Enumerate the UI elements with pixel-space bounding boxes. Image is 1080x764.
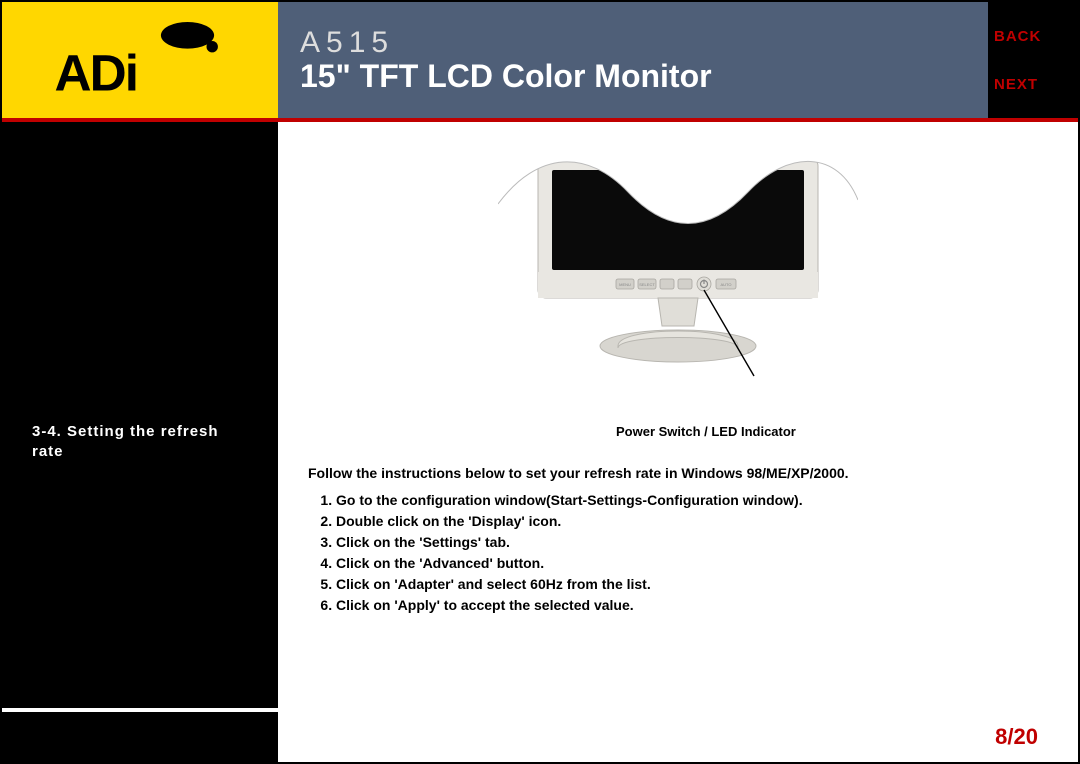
callout-label: Power Switch / LED Indicator — [616, 424, 1048, 439]
title-box: A515 15" TFT LCD Color Monitor — [278, 2, 988, 118]
model-number: A515 — [300, 26, 988, 59]
list-item: Click on the 'Advanced' button. — [336, 553, 1048, 574]
svg-text:MENU: MENU — [619, 282, 631, 287]
page-number: 8/20 — [995, 724, 1038, 750]
instructions-intro: Follow the instructions below to set you… — [308, 463, 1048, 484]
body-row: 3-4. Setting the refresh rate — [2, 122, 1078, 708]
footer-sidebar-fill — [2, 712, 278, 762]
svg-text:AUTO: AUTO — [720, 282, 731, 287]
svg-text:SELECT: SELECT — [639, 282, 655, 287]
adi-logo-icon: ADi — [45, 21, 235, 99]
back-link[interactable]: BACK — [994, 28, 1041, 45]
instructions-block: Follow the instructions below to set you… — [308, 463, 1048, 616]
section-number: 3-4. — [32, 423, 62, 440]
list-item: Click on 'Adapter' and select 60Hz from … — [336, 574, 1048, 595]
svg-text:ADi: ADi — [55, 44, 138, 99]
nav-box: BACK NEXT — [988, 2, 1078, 118]
section-sidebar: 3-4. Setting the refresh rate — [2, 122, 278, 708]
list-item: Go to the configuration window(Start-Set… — [336, 490, 1048, 511]
list-item: Click on the 'Settings' tab. — [336, 532, 1048, 553]
list-item: Double click on the 'Display' icon. — [336, 511, 1048, 532]
footer-content: 8/20 — [278, 712, 1078, 762]
product-title: 15" TFT LCD Color Monitor — [300, 59, 988, 94]
header-row: ADi A515 15" TFT LCD Color Monitor BACK … — [2, 2, 1078, 122]
footer-row: 8/20 — [2, 712, 1078, 762]
manual-page: ADi A515 15" TFT LCD Color Monitor BACK … — [0, 0, 1080, 764]
next-link[interactable]: NEXT — [994, 76, 1038, 93]
brand-logo-box: ADi — [2, 2, 278, 118]
monitor-illustration: MENU SELECT AUTO — [308, 140, 1048, 420]
instructions-list: Go to the configuration window(Start-Set… — [336, 490, 1048, 616]
list-item: Click on 'Apply' to accept the selected … — [336, 595, 1048, 616]
content-area: MENU SELECT AUTO Power Switch — [278, 122, 1078, 708]
